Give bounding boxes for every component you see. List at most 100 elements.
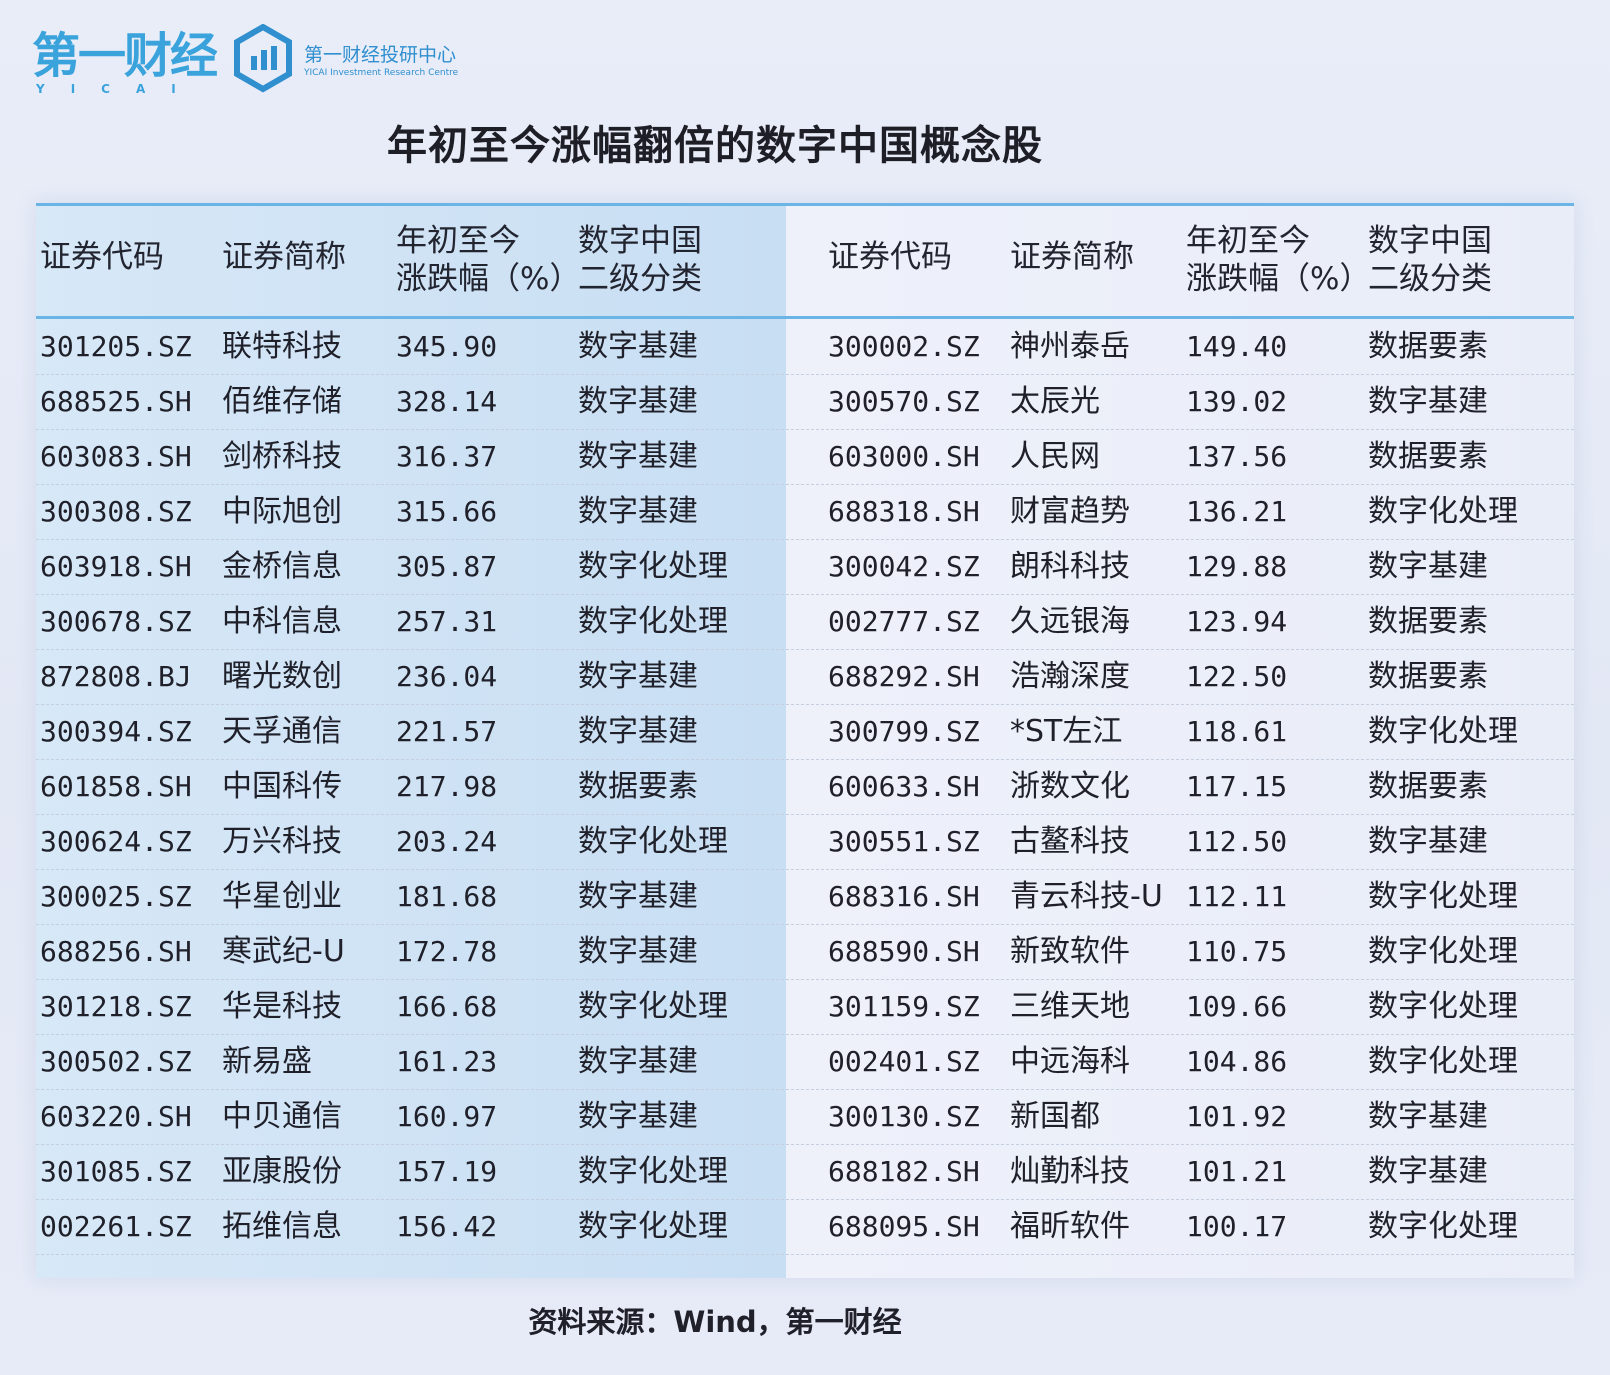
right-category-cell: 数字基建 xyxy=(1368,1099,1488,1134)
right-code-cell: 300570.SZ xyxy=(828,385,980,418)
left-category-cell: 数字基建 xyxy=(578,384,698,419)
right-name-cell: 浙数文化 xyxy=(1010,769,1130,804)
research-centre-name: 第一财经投研中心 xyxy=(304,44,457,66)
right-category-cell: 数字基建 xyxy=(1368,824,1488,859)
left-change-cell: 172.78 xyxy=(396,935,498,968)
left-category-cell: 数字化处理 xyxy=(578,989,728,1024)
left-change-cell: 161.23 xyxy=(396,1045,498,1078)
left-name-cell: 拓维信息 xyxy=(222,1209,342,1244)
right-change-cell: 129.88 xyxy=(1186,550,1288,583)
left-change-cell: 236.04 xyxy=(396,660,498,693)
left-category-cell: 数字化处理 xyxy=(578,1154,728,1189)
table-row: 300394.SZ 天孚通信 221.57 数字基建 300799.SZ *ST左江 118… xyxy=(36,704,1574,760)
left-name-cell: 中际旭创 xyxy=(222,494,342,529)
right-change-cell: 118.61 xyxy=(1186,715,1288,748)
left-code-cell: 688256.SH xyxy=(40,935,192,968)
left-code-cell: 300394.SZ xyxy=(40,715,192,748)
header-change-right-line1: 年初至今 xyxy=(1186,223,1310,259)
right-change-cell: 149.40 xyxy=(1186,330,1288,363)
left-category-cell: 数字基建 xyxy=(578,714,698,749)
right-name-cell: 浩瀚深度 xyxy=(1010,659,1130,694)
table-row: 603220.SH 中贝通信 160.97 数字基建 300130.SZ 新国都 101.9… xyxy=(36,1089,1574,1145)
right-change-cell: 104.86 xyxy=(1186,1045,1288,1078)
right-name-cell: 朗科科技 xyxy=(1010,549,1130,584)
right-code-cell: 300130.SZ xyxy=(828,1100,980,1133)
left-name-cell: 联特科技 xyxy=(222,329,342,364)
left-code-cell: 301218.SZ xyxy=(40,990,192,1023)
table-row: 300025.SZ 华星创业 181.68 数字基建 688316.SH 青云科技-U 11… xyxy=(36,869,1574,925)
left-category-cell: 数字化处理 xyxy=(578,604,728,639)
left-code-cell: 300624.SZ xyxy=(40,825,192,858)
source-note: 资料来源：Wind，第一财经 xyxy=(528,1305,902,1339)
right-code-cell: 300002.SZ xyxy=(828,330,980,363)
left-change-cell: 328.14 xyxy=(396,385,498,418)
right-name-cell: 人民网 xyxy=(1010,439,1100,474)
right-category-cell: 数字化处理 xyxy=(1368,494,1518,529)
left-code-cell: 601858.SH xyxy=(40,770,192,803)
right-category-cell: 数据要素 xyxy=(1368,604,1488,639)
right-code-cell: 688292.SH xyxy=(828,660,980,693)
left-name-cell: 华星创业 xyxy=(222,879,342,914)
left-name-cell: 万兴科技 xyxy=(222,824,342,859)
right-name-cell: 太辰光 xyxy=(1010,384,1100,419)
right-change-cell: 112.11 xyxy=(1186,880,1288,913)
left-change-cell: 157.19 xyxy=(396,1155,498,1188)
left-name-cell: 曙光数创 xyxy=(222,659,342,694)
left-code-cell: 688525.SH xyxy=(40,385,192,418)
right-category-cell: 数字化处理 xyxy=(1368,1044,1518,1079)
left-change-cell: 166.68 xyxy=(396,990,498,1023)
header-category-right-line1: 数字中国 xyxy=(1368,223,1492,259)
right-code-cell: 688095.SH xyxy=(828,1210,980,1243)
right-code-cell: 002777.SZ xyxy=(828,605,980,638)
right-category-cell: 数据要素 xyxy=(1368,439,1488,474)
table-row: 300624.SZ 万兴科技 203.24 数字化处理 300551.SZ 古鳌科技 112… xyxy=(36,814,1574,870)
right-category-cell: 数据要素 xyxy=(1368,329,1488,364)
right-category-cell: 数字基建 xyxy=(1368,384,1488,419)
header-name-right: 证券简称 xyxy=(1010,239,1134,275)
research-centre-name-en: YICAI Investment Research Centre xyxy=(304,68,459,78)
left-category-cell: 数字基建 xyxy=(578,439,698,474)
right-code-cell: 688590.SH xyxy=(828,935,980,968)
left-name-cell: 中贝通信 xyxy=(222,1099,342,1134)
left-code-cell: 603083.SH xyxy=(40,440,192,473)
right-code-cell: 603000.SH xyxy=(828,440,980,473)
right-category-cell: 数字化处理 xyxy=(1368,989,1518,1024)
left-category-cell: 数字化处理 xyxy=(578,1209,728,1244)
left-change-cell: 221.57 xyxy=(396,715,498,748)
table-row: 002261.SZ 拓维信息 156.42 数字化处理 688095.SH 福昕软件 100… xyxy=(36,1199,1574,1255)
right-code-cell: 300551.SZ xyxy=(828,825,980,858)
right-category-cell: 数据要素 xyxy=(1368,769,1488,804)
header-category-left-line2: 二级分类 xyxy=(578,261,702,297)
right-category-cell: 数据要素 xyxy=(1368,659,1488,694)
left-name-cell: 亚康股份 xyxy=(222,1154,342,1189)
left-category-cell: 数字基建 xyxy=(578,329,698,364)
right-change-cell: 101.21 xyxy=(1186,1155,1288,1188)
yicai-wordmark-sub: YICAI xyxy=(36,82,202,96)
right-change-cell: 109.66 xyxy=(1186,990,1288,1023)
right-name-cell: 三维天地 xyxy=(1010,989,1130,1024)
left-name-cell: 新易盛 xyxy=(222,1044,312,1079)
left-code-cell: 300502.SZ xyxy=(40,1045,192,1078)
right-code-cell: 301159.SZ xyxy=(828,990,980,1023)
left-name-cell: 寒武纪-U xyxy=(222,934,345,969)
left-change-cell: 257.31 xyxy=(396,605,498,638)
right-code-cell: 688316.SH xyxy=(828,880,980,913)
right-name-cell: 财富趋势 xyxy=(1010,494,1130,529)
table-row: 688525.SH 佰维存储 328.14 数字基建 300570.SZ 太辰光 139.0… xyxy=(36,374,1574,430)
header-category-right-line2: 二级分类 xyxy=(1368,261,1492,297)
right-code-cell: 300042.SZ xyxy=(828,550,980,583)
table-row: 300308.SZ 中际旭创 315.66 数字基建 688318.SH 财富趋势 136.… xyxy=(36,484,1574,540)
left-name-cell: 金桥信息 xyxy=(222,549,342,584)
left-category-cell: 数字基建 xyxy=(578,1099,698,1134)
left-code-cell: 301085.SZ xyxy=(40,1155,192,1188)
left-code-cell: 872808.BJ xyxy=(40,660,192,693)
left-change-cell: 316.37 xyxy=(396,440,498,473)
yicai-logo: 第一财经 YICAI xyxy=(32,28,218,96)
left-code-cell: 603220.SH xyxy=(40,1100,192,1133)
right-category-cell: 数字化处理 xyxy=(1368,934,1518,969)
left-code-cell: 300678.SZ xyxy=(40,605,192,638)
left-code-cell: 603918.SH xyxy=(40,550,192,583)
left-change-cell: 160.97 xyxy=(396,1100,498,1133)
table-row: 300502.SZ 新易盛 161.23 数字基建 002401.SZ 中远海科 104.8… xyxy=(36,1034,1574,1090)
right-change-cell: 100.17 xyxy=(1186,1210,1288,1243)
